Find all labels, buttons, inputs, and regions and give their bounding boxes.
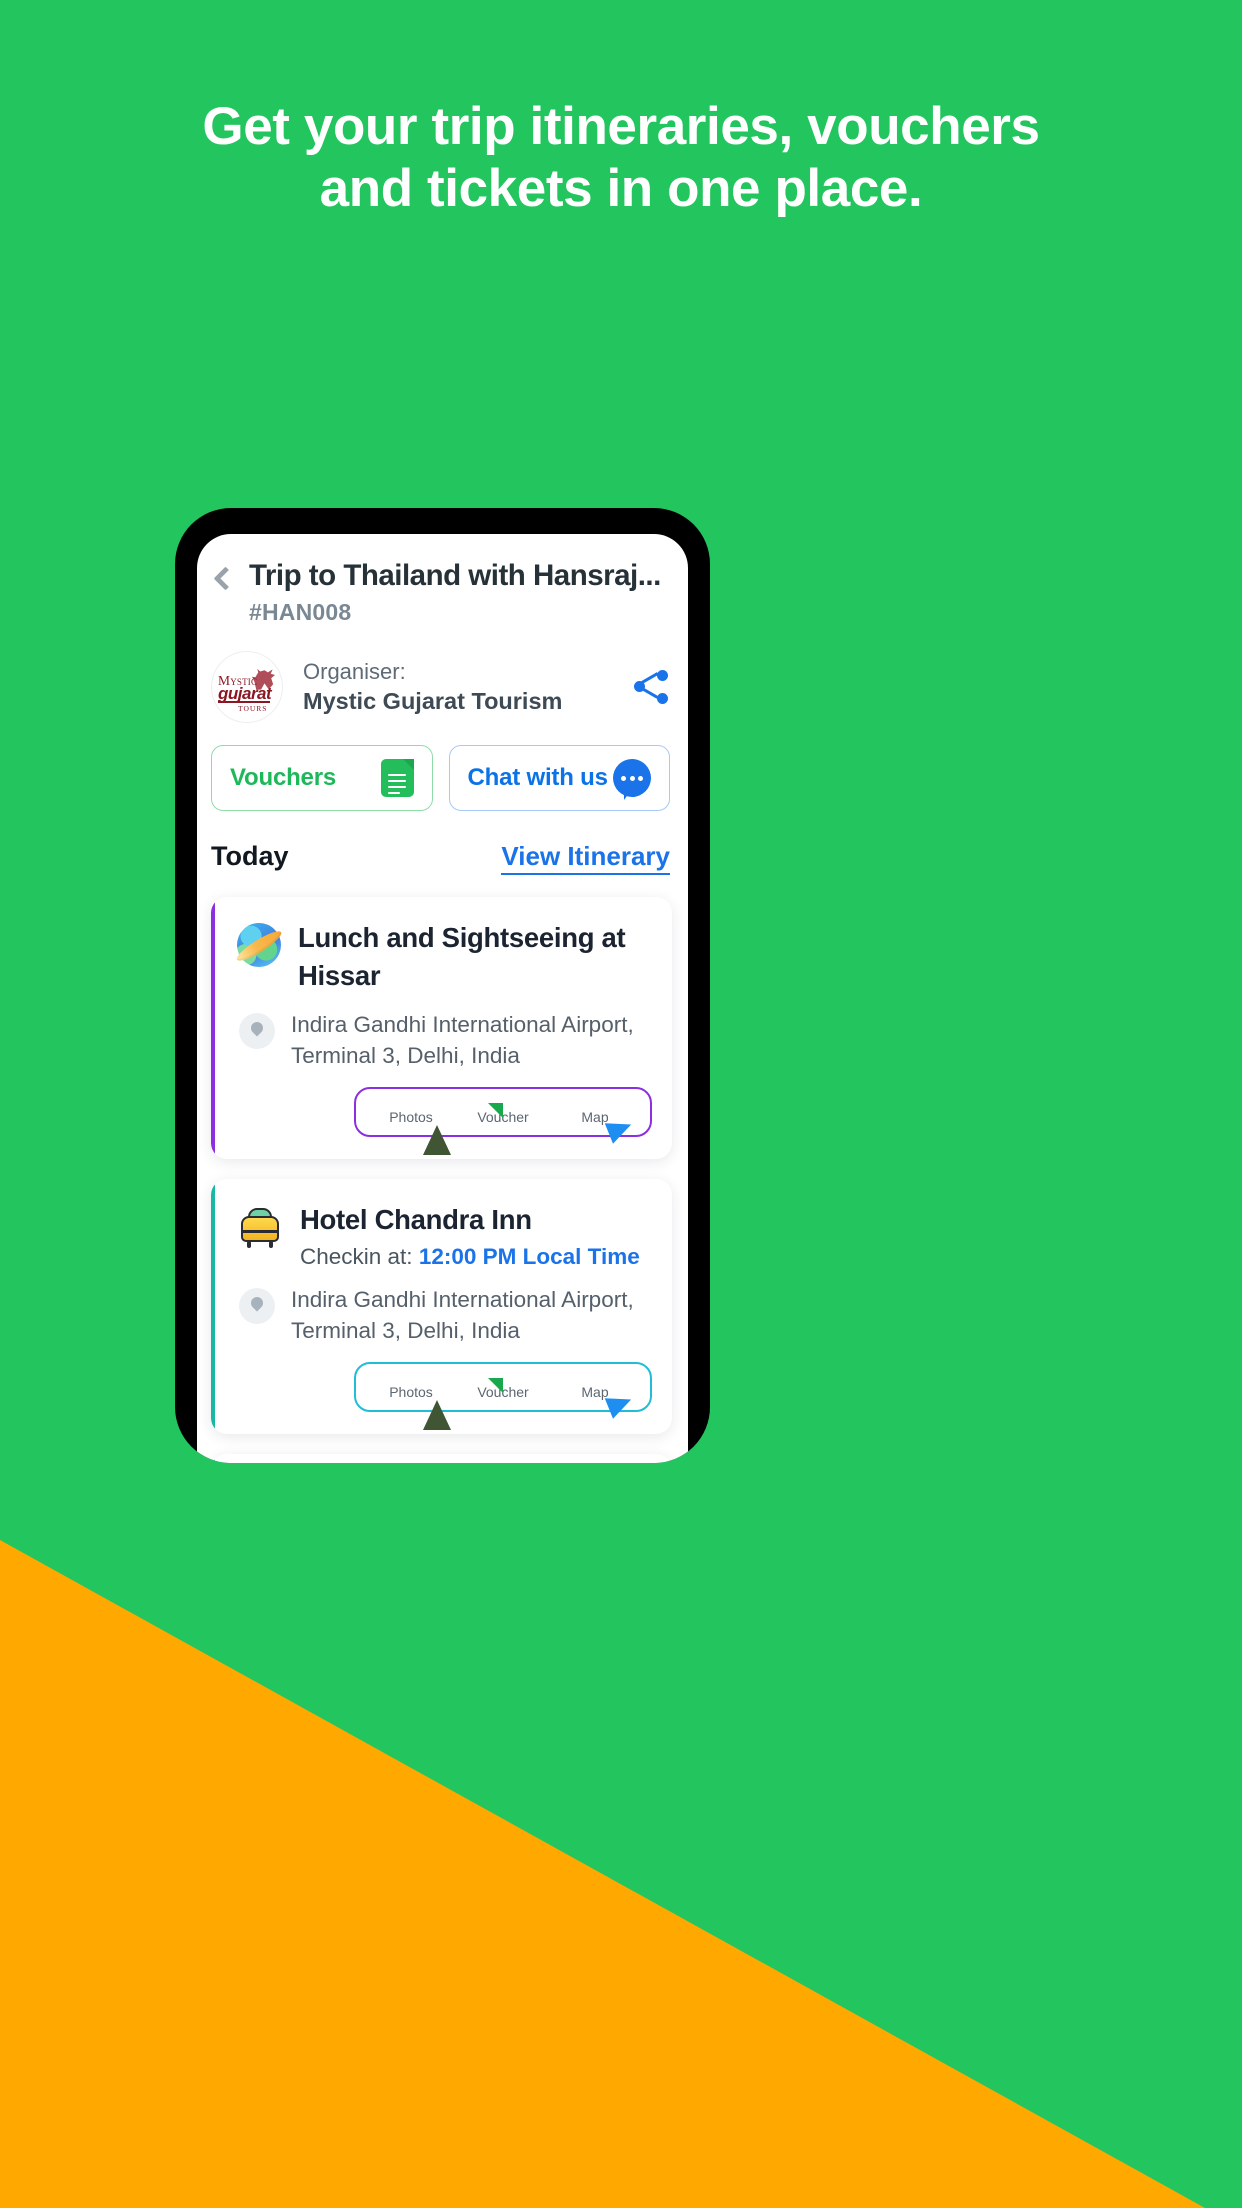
chip-voucher[interactable]: Voucher <box>472 1103 540 1142</box>
organiser-logo-line3: TOURS <box>238 704 268 713</box>
organiser-logo: Mystic gujarat TOURS <box>211 651 283 723</box>
hotel-location-row: Indira Gandhi International Airport, Ter… <box>237 1270 652 1346</box>
activity-location-row: Indira Gandhi International Airport, Ter… <box>237 995 652 1071</box>
chip-photos-label: Photos <box>389 1109 433 1125</box>
activity-chips-wrap: Photos Voucher Map <box>237 1071 652 1142</box>
share-node-bottom <box>657 693 668 704</box>
hotel-location: Indira Gandhi International Airport, Ter… <box>291 1287 634 1343</box>
chip-voucher[interactable]: Voucher <box>472 1378 540 1417</box>
activity-card-header: Lunch and Sightseeing at Hissar <box>237 919 652 995</box>
chip-map[interactable]: Map <box>564 1103 626 1125</box>
title-block: Trip to Thailand with Hansraj... #HAN008 <box>245 556 670 626</box>
activity-chip-group: Photos Voucher Map <box>354 1087 652 1142</box>
trip-code: #HAN008 <box>249 599 352 625</box>
today-section-header: Today View Itinerary <box>197 811 688 875</box>
document-icon <box>380 759 414 797</box>
chevron-left-icon <box>212 566 238 591</box>
hotel-title: Hotel Chandra Inn <box>300 1204 532 1235</box>
page-title: Trip to Thailand with Hansraj... <box>249 559 661 592</box>
vouchers-button-label: Vouchers <box>230 764 336 791</box>
back-button[interactable] <box>205 556 245 591</box>
chat-with-us-button[interactable]: Chat with us <box>448 745 670 811</box>
hotel-checkin-time: 12:00 PM Local Time <box>418 1244 640 1269</box>
chip-map[interactable]: Map <box>564 1378 626 1400</box>
share-node-top <box>657 670 668 681</box>
hotel-checkin-row: Checkin at: 12:00 PM Local Time <box>300 1244 640 1270</box>
organiser-name: Mystic Gujarat Tourism <box>303 688 563 714</box>
share-line-upper <box>641 672 659 684</box>
app-header: Trip to Thailand with Hansraj... #HAN008 <box>197 534 688 626</box>
chip-photos[interactable]: Photos <box>380 1378 442 1400</box>
globe-icon <box>237 923 281 967</box>
share-node-left <box>634 681 645 692</box>
flight-card[interactable]: IndiGo DEL New Delhi Wed 23 Jan 24 11:00… <box>211 1454 672 1463</box>
hotel-chip-group: Photos Voucher Map <box>354 1362 652 1417</box>
hotel-icon <box>237 1203 283 1249</box>
activity-title: Lunch and Sightseeing at Hissar <box>298 922 626 991</box>
hotel-card[interactable]: Hotel Chandra Inn Checkin at: 12:00 PM L… <box>211 1179 672 1434</box>
phone-mockup-frame: Trip to Thailand with Hansraj... #HAN008… <box>175 508 710 1463</box>
organiser-label: Organiser: <box>303 659 406 684</box>
itinerary-card-list: Lunch and Sightseeing at Hissar Indira G… <box>197 875 688 1463</box>
phone-screen: Trip to Thailand with Hansraj... #HAN008… <box>197 534 688 1463</box>
organiser-row: Mystic gujarat TOURS Organiser: Mystic G… <box>197 626 688 723</box>
action-buttons-row: Vouchers Chat with us <box>197 723 688 811</box>
location-pin-icon <box>239 1013 275 1049</box>
chat-button-label: Chat with us <box>467 764 608 791</box>
hotel-card-header: Hotel Chandra Inn Checkin at: 12:00 PM L… <box>237 1201 652 1270</box>
chip-photos[interactable]: Photos <box>380 1103 442 1125</box>
hotel-title-block: Hotel Chandra Inn Checkin at: 12:00 PM L… <box>300 1201 640 1270</box>
organiser-text: Organiser: Mystic Gujarat Tourism <box>283 657 562 717</box>
location-pin-icon <box>239 1288 275 1324</box>
activity-location: Indira Gandhi International Airport, Ter… <box>291 1012 634 1068</box>
view-itinerary-link[interactable]: View Itinerary <box>501 841 670 875</box>
chat-bubble-icon <box>613 759 651 800</box>
page-headline: Get your trip itineraries, vouchers and … <box>202 97 1040 218</box>
organiser-logo-line2: gujarat <box>218 684 276 704</box>
vouchers-button[interactable]: Vouchers <box>211 745 433 811</box>
today-label: Today <box>211 841 289 871</box>
hotel-chips-wrap: Photos Voucher Map <box>237 1346 652 1417</box>
share-icon[interactable] <box>634 670 668 704</box>
chip-photos-label: Photos <box>389 1384 433 1400</box>
activity-card[interactable]: Lunch and Sightseeing at Hissar Indira G… <box>211 897 672 1159</box>
hotel-checkin-label: Checkin at: <box>300 1244 413 1269</box>
